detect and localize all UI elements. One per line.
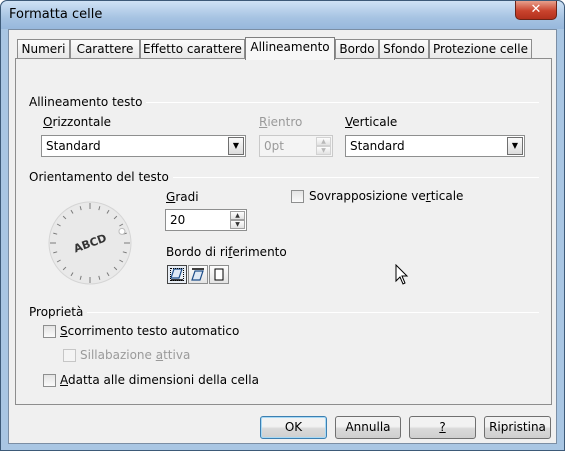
dialog-window: Formatta celle ✕ Numeri Carattere Effett…: [0, 0, 565, 451]
horizontal-label: Orizzontale: [43, 115, 112, 129]
bottom-edge-icon: [170, 268, 183, 281]
cell-inside-icon: [214, 268, 224, 281]
reset-button[interactable]: Ripristina: [484, 416, 551, 439]
degrees-label: Gradi: [166, 190, 199, 204]
wrap-text-checkbox[interactable]: [43, 325, 56, 338]
help-button[interactable]: ?: [409, 416, 476, 439]
mouse-pointer-icon: [395, 264, 409, 285]
title-bar[interactable]: Formatta celle ✕: [1, 1, 564, 29]
hyphenation-checkbox[interactable]: [63, 349, 76, 362]
wrap-text-label: Scorrimento testo automatico: [60, 324, 240, 338]
degrees-field[interactable]: 20 ▲ ▼: [165, 209, 247, 231]
hyphenation-label: Sillabazione attiva: [80, 348, 191, 362]
reference-edge-inside-button[interactable]: [209, 265, 229, 284]
vertical-stack-label: Sovrapposizione verticale: [309, 189, 464, 203]
section-divider: [136, 102, 539, 103]
tab-bordo[interactable]: Bordo: [335, 39, 379, 59]
ok-button[interactable]: OK: [260, 416, 327, 439]
horizontal-select[interactable]: Standard ▼: [41, 135, 246, 157]
section-title-alignment: Allineamento testo: [29, 95, 147, 109]
tab-effetto-carattere[interactable]: Effetto carattere: [140, 39, 245, 59]
orientation-dial[interactable]: ABCD: [47, 200, 133, 286]
tab-sfondo[interactable]: Sfondo: [379, 39, 429, 59]
shrink-to-fit-label: Adatta alle dimensioni della cella: [60, 373, 259, 387]
spin-down-icon[interactable]: ▼: [230, 220, 245, 229]
spin-up-icon[interactable]: ▲: [316, 137, 331, 146]
close-icon: ✕: [530, 2, 542, 17]
section-divider: [86, 312, 539, 313]
reference-edge-top-button[interactable]: [188, 265, 208, 284]
tab-carattere[interactable]: Carattere: [70, 39, 140, 59]
dialog-client: Numeri Carattere Effetto carattere Allin…: [8, 29, 557, 444]
section-title-properties: Proprietà: [29, 305, 88, 319]
section-title-orientation: Orientamento del testo: [29, 170, 173, 184]
close-button[interactable]: ✕: [515, 1, 557, 20]
spin-up-icon[interactable]: ▲: [230, 211, 245, 220]
top-edge-icon: [191, 268, 204, 281]
window-title: Formatta celle: [9, 7, 103, 22]
section-divider: [156, 177, 539, 178]
shrink-to-fit-checkbox[interactable]: [43, 374, 56, 387]
cancel-button[interactable]: Annulla: [335, 416, 401, 439]
tab-allineamento[interactable]: Allineamento: [245, 37, 335, 60]
indent-field[interactable]: 0pt ▲ ▼: [259, 135, 333, 157]
vertical-stack-checkbox[interactable]: [291, 190, 304, 203]
chevron-down-icon[interactable]: ▼: [507, 137, 523, 155]
spin-down-icon[interactable]: ▼: [316, 146, 331, 155]
tab-page-allineamento: Allineamento testo Orizzontale Standard …: [15, 58, 552, 405]
indent-label: Rientro: [259, 115, 303, 129]
tab-numeri[interactable]: Numeri: [17, 39, 70, 59]
vertical-select[interactable]: Standard ▼: [345, 135, 525, 157]
vertical-label: Verticale: [345, 115, 398, 129]
tab-protezione-celle[interactable]: Protezione celle: [429, 39, 532, 59]
reference-edge-label: Bordo di riferimento: [166, 245, 287, 259]
chevron-down-icon[interactable]: ▼: [228, 137, 244, 155]
reference-edge-bottom-button[interactable]: [167, 265, 187, 284]
